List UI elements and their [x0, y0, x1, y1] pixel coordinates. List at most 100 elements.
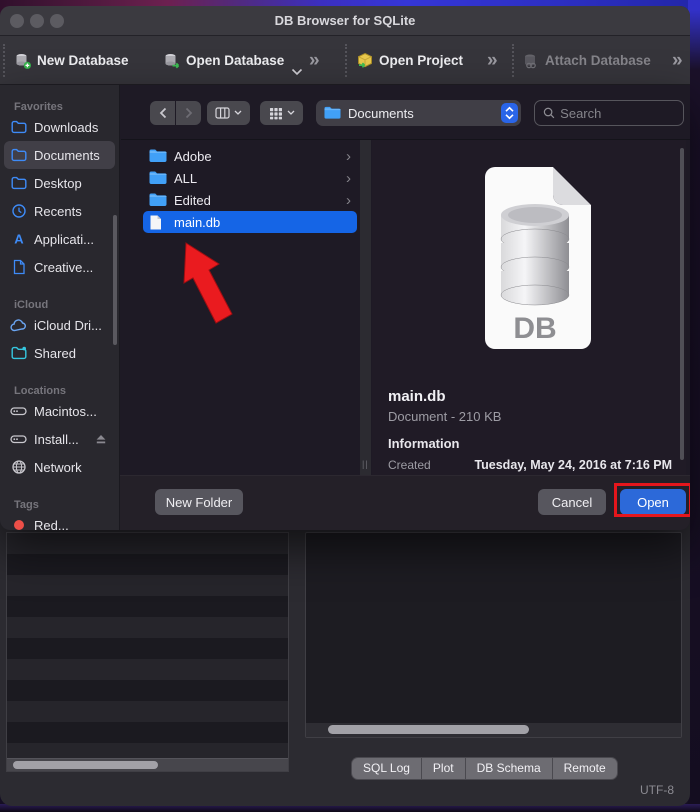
sidebar-section-header: iCloud [14, 299, 49, 311]
chevron-down-icon [287, 110, 294, 115]
file-row-all[interactable]: ALL › [143, 167, 357, 189]
toolbar-overflow-chevron[interactable]: » [487, 36, 497, 85]
sidebar-item-label: iCloud Dri... [34, 317, 102, 333]
folder-icon [10, 119, 27, 136]
sidebar-item-red-[interactable]: Red... [4, 511, 115, 530]
sidebar-item-recents[interactable]: Recents [4, 197, 115, 225]
sql-panel [305, 532, 682, 738]
sidebar-item-network[interactable]: Network [4, 453, 115, 481]
file-list: Adobe › ALL › Edited › main.db [143, 145, 357, 233]
db-open-icon [163, 52, 181, 70]
db-file-icon: DB [465, 163, 605, 353]
folder-icon [10, 175, 27, 192]
zoom-window-button[interactable] [50, 14, 64, 28]
sidebar-item-documents[interactable]: Documents [4, 141, 115, 169]
toolbar-overflow-chevron[interactable]: » [309, 36, 319, 85]
file-row-adobe[interactable]: Adobe › [143, 145, 357, 167]
sidebar-item-shared[interactable]: Shared [4, 339, 115, 367]
sidebar-item-label: Recents [34, 203, 82, 219]
shared-icon [10, 345, 27, 362]
up-down-chevrons-icon [501, 103, 518, 123]
titlebar: DB Browser for SQLite [0, 6, 690, 36]
sidebar-item-label: Applicati... [34, 231, 94, 247]
search-field[interactable] [534, 100, 684, 126]
sidebar-item-macintos-[interactable]: Macintos... [4, 397, 115, 425]
sidebar-item-label: Downloads [34, 119, 99, 135]
sidebar-item-label: Creative... [34, 259, 94, 275]
file-icon [149, 215, 167, 230]
svg-text:DB: DB [513, 312, 556, 345]
toolbar-overflow-chevron[interactable]: » [672, 36, 682, 85]
project-open-icon [356, 52, 374, 70]
scrollbar-thumb[interactable] [328, 725, 529, 734]
file-name: Adobe [174, 148, 212, 164]
drive-icon [10, 431, 27, 448]
folder-icon [10, 147, 27, 164]
toolbar-separator [3, 44, 5, 77]
dialog-footer: New Folder Cancel Open [120, 475, 690, 530]
tab-plot[interactable]: Plot [421, 758, 465, 779]
minimize-window-button[interactable] [30, 14, 44, 28]
chevron-right-icon: › [346, 147, 351, 165]
tab-sql-log[interactable]: SQL Log [352, 758, 421, 779]
sidebar-item-label: Network [34, 459, 82, 475]
preview-pane: DB main.db Document - 210 KB Information… [372, 140, 686, 475]
horizontal-scrollbar[interactable] [306, 723, 681, 737]
grid-icon [269, 107, 282, 119]
scrollbar-thumb[interactable] [13, 761, 158, 769]
open-project-button[interactable]: Open Project [356, 36, 463, 85]
close-window-button[interactable] [10, 14, 24, 28]
file-name: main.db [174, 214, 221, 230]
db-new-icon [14, 52, 32, 70]
sidebar-item-label: Documents [34, 147, 100, 163]
eject-icon[interactable] [95, 434, 107, 445]
new-database-button[interactable]: New Database [14, 36, 129, 85]
sidebar-item-icloud-dri-[interactable]: iCloud Dri... [4, 311, 115, 339]
preview-file-kind: Document - 210 KB [388, 409, 502, 424]
sidebar-item-creative-[interactable]: Creative... [4, 253, 115, 281]
globe-icon [10, 459, 27, 476]
columns-icon [215, 107, 230, 119]
sidebar-item-applicati-[interactable]: A Applicati... [4, 225, 115, 253]
forward-button[interactable] [176, 101, 201, 125]
column-resize-handle[interactable]: || [362, 459, 369, 469]
tab-remote[interactable]: Remote [552, 758, 617, 779]
sidebar-item-desktop[interactable]: Desktop [4, 169, 115, 197]
chevron-down-icon [234, 110, 242, 115]
file-row-edited[interactable]: Edited › [143, 189, 357, 211]
column-view-button[interactable] [207, 101, 250, 125]
sidebar-item-label: Shared [34, 345, 76, 361]
cancel-button[interactable]: Cancel [538, 489, 606, 515]
sidebar-item-label: Red... [34, 517, 69, 531]
folder-icon [149, 171, 167, 185]
open-database-label: Open Database [186, 53, 285, 68]
group-view-button[interactable] [260, 101, 303, 125]
toolbar-separator [512, 44, 514, 77]
chevron-down-icon[interactable] [291, 68, 303, 76]
file-name: Edited [174, 192, 211, 208]
new-folder-button[interactable]: New Folder [155, 489, 243, 515]
bottom-dock-tabs: SQL Log Plot DB Schema Remote [351, 757, 618, 780]
preview-file-name: main.db [388, 388, 446, 405]
file-row-main-db[interactable]: main.db [143, 211, 357, 233]
horizontal-scrollbar[interactable] [7, 758, 288, 771]
folder-icon [149, 149, 167, 163]
open-project-label: Open Project [379, 53, 464, 68]
tab-db-schema[interactable]: DB Schema [465, 758, 552, 779]
chevron-right-icon: › [346, 191, 351, 209]
sidebar-section-header: Tags [14, 499, 39, 511]
created-value: Tuesday, May 24, 2016 at 7:16 PM [474, 458, 672, 472]
screen: DB Browser for SQLite New Database Open … [0, 0, 700, 812]
search-input[interactable] [560, 105, 675, 121]
column-divider[interactable]: || [360, 140, 371, 475]
sidebar-item-label: Desktop [34, 175, 82, 191]
back-button[interactable] [150, 101, 175, 125]
path-dropdown[interactable]: Documents [316, 100, 521, 126]
sidebar-item-install-[interactable]: Install... [4, 425, 115, 453]
preview-scrollbar[interactable] [680, 148, 684, 460]
attach-database-button[interactable]: Attach Database [522, 36, 651, 85]
path-label: Documents [348, 105, 414, 121]
open-database-button[interactable]: Open Database [163, 36, 284, 85]
sidebar-scrollbar[interactable] [113, 215, 117, 345]
sidebar-item-downloads[interactable]: Downloads [4, 113, 115, 141]
